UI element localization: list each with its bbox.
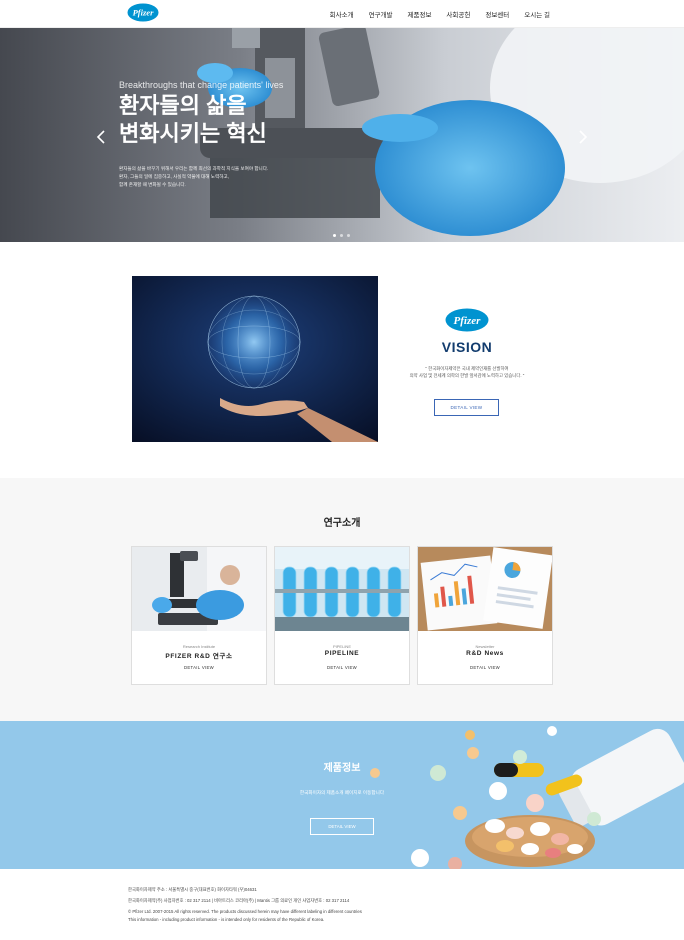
footer-address: 한국화이자제약 주소 : 서울특별시 중구(대표번호) 화이자타워 (우)046… xyxy=(128,887,257,892)
site-header: Pfizer 회사소개 연구개발 제품정보 사회공헌 정보센터 오시는 길 xyxy=(0,0,684,28)
nav-rnd[interactable]: 연구개발 xyxy=(369,9,393,19)
vision-title: VISION xyxy=(441,339,493,355)
card-title: PIPELINE xyxy=(324,650,360,657)
vision-description: " 한국화이자제약은 국내 제약인재를 선발하여 의약 사업 및 전세계 의학의… xyxy=(367,365,567,379)
pfizer-logo-vision: Pfizer xyxy=(445,308,489,332)
microscope-image xyxy=(132,547,266,631)
footer-disclaimer: This information - including product inf… xyxy=(128,917,325,922)
hero-title: 환자들의 삶을 변화시키는 혁신 xyxy=(119,92,267,148)
card-eyebrow: PIPELINE xyxy=(332,644,351,649)
hero-desc-line2: 환자, 그들의 일에 집중하고, 사실적 약물에 대해 노력하고, xyxy=(119,174,229,179)
card-detail-link[interactable]: DETAIL VIEW xyxy=(275,665,409,670)
hero-title-line2: 변화시키는 혁신 xyxy=(119,121,267,146)
hero-title-line1: 환자들의 삶을 xyxy=(119,93,247,118)
card-title: R&D News xyxy=(466,650,504,657)
chevron-right-icon[interactable] xyxy=(576,129,590,145)
hero-desc-line3: 함께 존재할 때 변화될 수 있습니다. xyxy=(119,182,186,187)
products-title: 제품정보 xyxy=(323,763,361,774)
card-eyebrow: Newsletter xyxy=(475,644,495,649)
card-detail-link[interactable]: DETAIL VIEW xyxy=(132,665,266,670)
products-detail-button[interactable]: DETAIL VIEW xyxy=(310,818,374,835)
hero-subtitle: Breakthroughs that change patients' live… xyxy=(119,80,284,90)
hero-description: 환자들의 삶을 바꾸기 위해서 우리는 함께 최선의 과학적 지식을 보여야 합… xyxy=(119,165,268,189)
nav-csr[interactable]: 사회공헌 xyxy=(446,9,470,19)
slider-dot-1[interactable] xyxy=(333,234,336,237)
vision-globe-image xyxy=(132,276,378,442)
nav-location[interactable]: 오시는 길 xyxy=(524,9,550,19)
hero-banner: Breakthroughs that change patients' live… xyxy=(0,28,684,242)
footer-copyright: © Pfizer Ltd. 2007-2015 All rights reser… xyxy=(128,909,362,914)
card-title: PFIZER R&D 연구소 xyxy=(165,653,233,660)
vision-detail-button[interactable]: DETAIL VIEW xyxy=(434,399,499,416)
products-description: 한국화이자의 제품소개 페이지로 이동합니다 xyxy=(299,790,385,795)
charts-paper-image xyxy=(418,547,552,631)
vision-desc-line2: 의약 사업 및 전세계 의학의 한발 앞서감에 노력하고 있습니다. " xyxy=(409,373,525,378)
nav-info[interactable]: 정보센터 xyxy=(485,9,509,19)
research-card-news[interactable]: Newsletter R&D News DETAIL VIEW xyxy=(417,546,553,685)
footer-company-info: 한국화이자제약(주) 사업자번호 : 02 317 2114 | 비아트리스 코… xyxy=(128,898,350,903)
products-banner: 제품정보 한국화이자의 제품소개 페이지로 이동합니다 DETAIL VIEW xyxy=(0,721,684,869)
vision-desc-line1: " 한국화이자제약은 국내 제약인재를 선발하여 xyxy=(425,366,509,371)
test-tubes-image xyxy=(275,547,409,631)
card-detail-link[interactable]: DETAIL VIEW xyxy=(418,665,552,670)
chevron-left-icon[interactable] xyxy=(94,129,108,145)
card-eyebrow: Research Institute xyxy=(182,644,216,649)
research-card-pipeline[interactable]: PIPELINE PIPELINE DETAIL VIEW xyxy=(274,546,410,685)
slider-dot-2[interactable] xyxy=(340,234,343,237)
research-section: 연구소개 Research Institute PFIZER R&D 연구소 D… xyxy=(0,478,684,721)
nav-company[interactable]: 회사소개 xyxy=(330,9,354,19)
pfizer-logo[interactable]: Pfizer xyxy=(127,3,159,22)
nav-products[interactable]: 제품정보 xyxy=(408,9,432,19)
svg-text:Pfizer: Pfizer xyxy=(454,315,482,327)
site-footer: 한국화이자제약 주소 : 서울특별시 중구(대표번호) 화이자타워 (우)046… xyxy=(0,869,684,940)
research-title: 연구소개 xyxy=(323,518,361,529)
research-card-institute[interactable]: Research Institute PFIZER R&D 연구소 DETAIL… xyxy=(131,546,267,685)
hero-desc-line1: 환자들의 삶을 바꾸기 위해서 우리는 함께 최선의 과학적 지식을 보여야 합… xyxy=(119,166,269,171)
slider-dot-3[interactable] xyxy=(347,234,350,237)
svg-text:Pfizer: Pfizer xyxy=(133,8,154,18)
slider-dots xyxy=(333,234,350,237)
main-nav: 회사소개 연구개발 제품정보 사회공헌 정보센터 오시는 길 xyxy=(330,9,550,19)
